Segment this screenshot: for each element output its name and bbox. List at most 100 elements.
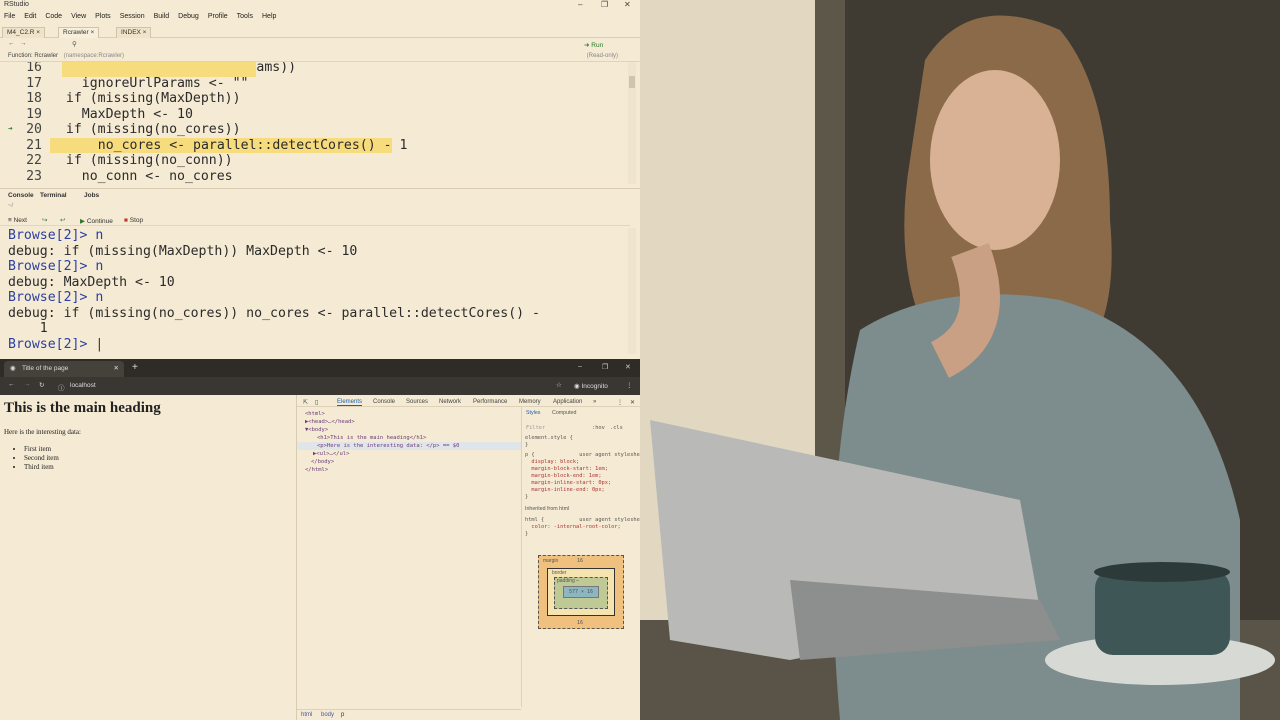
close-devtools-icon[interactable]: ✕ xyxy=(630,399,635,406)
style-decl: margin-block-end: 1em; xyxy=(525,473,602,479)
web-page: This is the main heading Here is the int… xyxy=(0,395,296,720)
r-console[interactable]: Browse[2]> n debug: if (missing(MaxDepth)… xyxy=(0,228,628,356)
inspect-icon[interactable]: ⇱ xyxy=(303,399,308,406)
next-button[interactable]: ≡ Next xyxy=(8,217,27,224)
editor-line[interactable]: 22 if (missing(no_conn)) xyxy=(0,153,628,169)
dom-node[interactable]: ▼<body> xyxy=(305,427,328,433)
box-content: 577 × 16 xyxy=(563,586,599,598)
menu-help[interactable]: Help xyxy=(262,13,276,21)
restore-icon[interactable]: ❐ xyxy=(601,0,608,9)
editor-toolbar: ← → ⚲ ➜ Run xyxy=(0,39,640,51)
new-tab-icon[interactable]: + xyxy=(132,362,138,373)
console-scrollbar[interactable] xyxy=(628,228,636,354)
dom-node[interactable]: </body> xyxy=(311,459,334,465)
browser-tab[interactable]: ◉ Title of the page ✕ xyxy=(4,361,124,377)
breadcrumb-html[interactable]: html xyxy=(301,712,312,718)
debug-arrow-icon: ➔ xyxy=(8,124,13,133)
close-icon[interactable]: ✕ xyxy=(624,0,631,9)
step-into-icon[interactable]: ↪ xyxy=(42,216,47,224)
editor-line[interactable]: 17 ignoreUrlParams <- "" xyxy=(0,76,628,92)
reload-icon[interactable]: ↻ xyxy=(39,381,44,389)
menu-view[interactable]: View xyxy=(71,13,86,21)
tab-network[interactable]: Network xyxy=(439,399,461,405)
line-number: 18 xyxy=(26,91,42,106)
menu-code[interactable]: Code xyxy=(45,13,62,21)
tab-jobs[interactable]: Jobs xyxy=(84,192,99,199)
tab-terminal[interactable]: Terminal xyxy=(40,192,67,199)
tab-application[interactable]: Application xyxy=(553,399,582,405)
margin-bottom-value: 16 xyxy=(577,620,584,626)
console-line: 1 xyxy=(8,321,48,336)
hov-toggle[interactable]: :hov xyxy=(592,425,605,431)
stop-button[interactable]: ■ Stop xyxy=(124,217,143,224)
url-field[interactable]: localhost xyxy=(70,382,96,389)
menu-tools[interactable]: Tools xyxy=(237,13,253,21)
style-decl: color: -internal-root-color; xyxy=(525,524,621,530)
back-icon[interactable]: ← xyxy=(8,381,15,388)
console-line: Browse[2]> n xyxy=(8,290,104,305)
menu-plots[interactable]: Plots xyxy=(95,13,111,21)
minimize-icon[interactable]: – xyxy=(578,0,582,9)
editor-line[interactable]: 20 if (missing(no_cores)) ➔ xyxy=(0,122,628,138)
code-text: if (missing(no_conn)) xyxy=(50,153,233,168)
filter-input[interactable]: Filter xyxy=(526,425,545,431)
tab-memory[interactable]: Memory xyxy=(519,399,541,405)
dom-node-selected[interactable]: <p>Here is the interesting data: </p> ==… xyxy=(317,443,459,449)
menu-session[interactable]: Session xyxy=(120,13,145,21)
menu-icon[interactable]: ⋮ xyxy=(626,381,633,389)
editor-line[interactable]: 23 no_conn <- no_cores xyxy=(0,169,628,185)
finish-icon[interactable]: ↩ xyxy=(60,216,65,224)
minimize-icon[interactable]: – xyxy=(578,363,582,370)
tab-computed[interactable]: Computed xyxy=(552,410,576,416)
menu-file[interactable]: File xyxy=(4,13,15,21)
menu-edit[interactable]: Edit xyxy=(24,13,36,21)
tab-console[interactable]: Console xyxy=(8,192,34,199)
restore-icon[interactable]: ❐ xyxy=(602,363,608,371)
dom-node[interactable]: <html> xyxy=(305,411,325,417)
star-icon[interactable]: ☆ xyxy=(556,381,562,389)
list-item: First item xyxy=(24,445,59,454)
console-line: debug: if (missing(no_cores)) no_cores <… xyxy=(8,305,540,321)
tab-sources[interactable]: Sources xyxy=(406,399,428,405)
search-icon[interactable]: ⚲ xyxy=(72,40,77,48)
box-model: margin 16 16 border padding – 577 × 16 xyxy=(538,555,624,629)
tab-index[interactable]: INDEX × xyxy=(116,27,152,38)
menu-debug[interactable]: Debug xyxy=(178,13,199,21)
editor-line[interactable]: 19 MaxDepth <- 10 xyxy=(0,107,628,123)
cls-toggle[interactable]: .cls xyxy=(610,425,623,431)
more-tabs-icon[interactable]: » xyxy=(593,399,596,405)
tab-performance[interactable]: Performance xyxy=(473,399,507,405)
console-line: Browse[2]> n xyxy=(8,259,104,274)
close-icon[interactable]: ✕ xyxy=(625,363,631,371)
settings-menu-icon[interactable]: ⋮ xyxy=(617,399,623,406)
tab-styles[interactable]: Styles xyxy=(526,410,540,416)
menu-build[interactable]: Build xyxy=(154,13,170,21)
forward-icon[interactable]: → xyxy=(20,40,27,47)
dom-node[interactable]: </html> xyxy=(305,467,328,473)
back-icon[interactable]: ← xyxy=(8,40,15,47)
dom-node[interactable]: ▶<head>…</head> xyxy=(305,419,355,425)
breadcrumb-body[interactable]: body xyxy=(321,712,334,718)
dom-tree[interactable]: <html> ▶<head>…</head> ▼<body> <h1>This … xyxy=(297,409,521,709)
run-button[interactable]: ➜ Run xyxy=(584,41,603,49)
code-editor[interactable]: 16 if (missing(ignoreUrlParams))17 ignor… xyxy=(0,62,628,184)
editor-line[interactable]: 18 if (missing(MaxDepth)) xyxy=(0,91,628,107)
tab-m4-c2[interactable]: M4_C2.R × xyxy=(2,27,46,38)
tab-rcrawler[interactable]: Rcrawler × xyxy=(58,27,100,38)
menu-profile[interactable]: Profile xyxy=(208,13,228,21)
breadcrumb-p[interactable]: p xyxy=(341,712,344,718)
tab-elements[interactable]: Elements xyxy=(337,399,363,406)
device-icon[interactable]: ▯ xyxy=(315,399,318,406)
close-tab-icon[interactable]: ✕ xyxy=(114,364,119,372)
dom-node[interactable]: <h1>This is the main heading</h1> xyxy=(317,435,426,441)
dom-node[interactable]: ▶<ul>…</ul> xyxy=(313,451,349,457)
continue-button[interactable]: ▶ Continue xyxy=(80,217,113,225)
editor-line[interactable]: 21 no_cores <- parallel::detectCores() -… xyxy=(26,137,407,153)
chrome-tab-strip: ◉ Title of the page ✕ + – ❐ ✕ xyxy=(0,359,640,377)
tab-console[interactable]: Console xyxy=(373,399,395,405)
incognito-badge[interactable]: ◉ Incognito xyxy=(574,382,608,390)
chrome-window: ◉ Title of the page ✕ + – ❐ ✕ ← → ↻ ⓘ lo… xyxy=(0,359,646,720)
editor-scrollbar[interactable] xyxy=(628,62,636,184)
style-rule: } xyxy=(525,442,529,448)
forward-icon[interactable]: → xyxy=(24,381,31,388)
